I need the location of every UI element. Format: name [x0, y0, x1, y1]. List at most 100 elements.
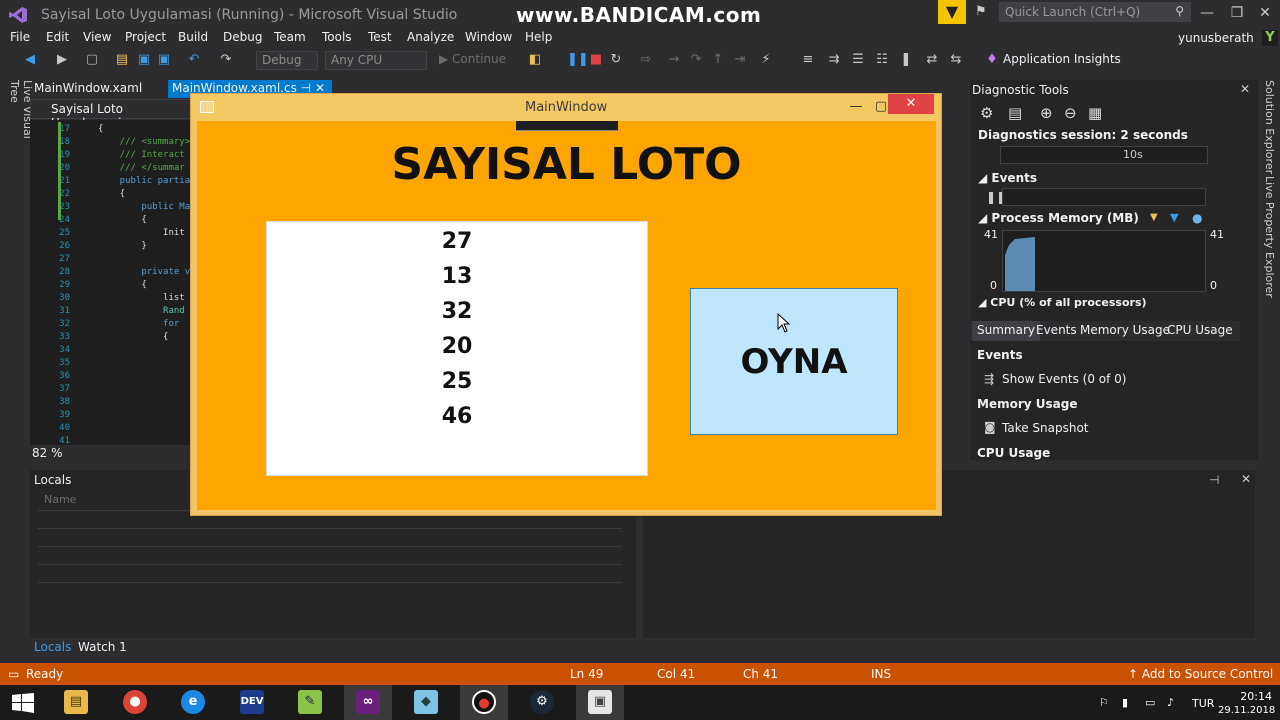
close-icon[interactable]: ✕ — [1240, 82, 1250, 96]
tray-network-icon[interactable]: ⚐ — [1099, 696, 1109, 709]
menu-file[interactable]: File — [10, 30, 30, 44]
numbers-listbox[interactable]: 27 13 32 20 25 46 — [266, 221, 648, 476]
taskbar-devcpp[interactable]: DEV — [228, 685, 276, 720]
number-item[interactable]: 46 — [267, 404, 647, 429]
hot-reload-icon[interactable]: ⚡ — [758, 52, 774, 68]
menu-window[interactable]: Window — [465, 30, 512, 44]
code-line[interactable]: { — [98, 215, 146, 225]
redo-icon[interactable]: ↷ — [218, 52, 234, 68]
quick-launch-input[interactable]: Quick Launch (Ctrl+Q) ⚲ — [999, 2, 1191, 22]
pause-icon[interactable]: ❚❚ — [567, 52, 589, 68]
menu-view[interactable]: View — [83, 30, 111, 44]
events-track[interactable] — [1002, 188, 1206, 206]
select-tools-icon[interactable]: ▤ — [1008, 104, 1022, 122]
number-item[interactable]: 25 — [267, 369, 647, 394]
uncomment-icon[interactable]: ☷ — [874, 52, 890, 68]
menu-project[interactable]: Project — [125, 30, 166, 44]
number-item[interactable]: 20 — [267, 334, 647, 359]
code-line[interactable]: { — [98, 124, 103, 134]
solution-explorer-tab[interactable]: Solution Explorer — [1263, 80, 1276, 174]
taskbar-steam[interactable]: ⚙ — [518, 685, 566, 720]
feedback-filter-icon[interactable]: ▼ — [938, 0, 966, 24]
taskbar-bandicam[interactable]: ● — [460, 685, 508, 720]
undo-icon[interactable]: ↶ — [186, 52, 202, 68]
timeline-ruler[interactable]: 10s — [1000, 146, 1208, 164]
show-next-statement-icon[interactable]: ⇨ — [638, 52, 654, 68]
tray-date[interactable]: 29.11.2018 — [1218, 705, 1275, 716]
code-line[interactable]: Rand — [98, 306, 185, 316]
menu-team[interactable]: Team — [274, 30, 306, 44]
prev-bookmark-icon[interactable]: ⇆ — [948, 52, 964, 68]
next-bookmark-icon[interactable]: ⇄ — [924, 52, 940, 68]
live-visual-tree-tab[interactable]: Live Visual Tree — [8, 80, 34, 160]
user-name[interactable]: yunusberath — [1178, 31, 1254, 45]
step-over-icon[interactable]: ↷ — [688, 52, 704, 68]
tab-summary[interactable]: Summary — [972, 321, 1040, 341]
menu-edit[interactable]: Edit — [46, 30, 69, 44]
menu-build[interactable]: Build — [178, 30, 208, 44]
start-button[interactable] — [0, 685, 48, 720]
tab-mainwindow-xaml[interactable]: MainWindow.xaml — [30, 80, 146, 98]
indent-icon[interactable]: ⇉ — [826, 52, 842, 68]
code-line[interactable]: { — [98, 280, 146, 290]
step-back-icon[interactable]: ⇥ — [732, 52, 748, 68]
app-title-bar[interactable]: MainWindow — ▢ ✕ — [191, 94, 941, 121]
tray-display-icon[interactable]: ▭ — [1145, 696, 1155, 709]
code-line[interactable]: list — [98, 293, 185, 303]
take-snapshot-link[interactable]: Take Snapshot — [1002, 421, 1089, 435]
taskbar-chrome[interactable]: ● — [111, 685, 159, 720]
name-column[interactable]: Name — [44, 493, 76, 506]
taskbar-visual-studio[interactable]: ∞ — [344, 685, 392, 720]
process-icon[interactable]: ◧ — [527, 52, 543, 68]
number-item[interactable]: 32 — [267, 299, 647, 324]
settings-icon[interactable]: ⚙ — [980, 104, 993, 122]
menu-analyze[interactable]: Analyze — [407, 30, 454, 44]
tray-volume-icon[interactable]: ♪ — [1167, 696, 1174, 709]
tab-events[interactable]: Events — [1036, 323, 1077, 337]
menu-help[interactable]: Help — [525, 30, 552, 44]
close-button[interactable]: ✕ — [1250, 2, 1280, 24]
forward-icon[interactable]: ▶ — [54, 52, 70, 68]
code-line[interactable]: Init — [98, 228, 185, 238]
menu-tools[interactable]: Tools — [322, 30, 352, 44]
avatar[interactable]: Y — [1262, 30, 1278, 46]
code-line[interactable]: for — [98, 319, 179, 329]
minimize-button[interactable]: — — [1192, 2, 1222, 24]
notifications-flag-icon[interactable]: ⚑ — [975, 4, 993, 20]
code-line[interactable]: /// Interact — [98, 150, 185, 160]
taskbar-notepadpp[interactable]: ✎ — [286, 685, 334, 720]
taskbar-app[interactable]: ◆ — [402, 685, 450, 720]
step-out-icon[interactable]: ↑ — [710, 52, 726, 68]
zoom-in-icon[interactable]: ⊕ — [1040, 104, 1053, 122]
play-button[interactable]: OYNA — [690, 288, 898, 435]
taskbar-running-app[interactable]: ▣ — [576, 685, 624, 720]
menu-debug[interactable]: Debug — [223, 30, 262, 44]
code-line[interactable]: { — [98, 189, 125, 199]
reset-view-icon[interactable]: ▦ — [1088, 104, 1102, 122]
code-editor[interactable]: 17 {18 /// <summary> 19 /// Interact 20 ///… — [30, 120, 192, 446]
app-minimize-button[interactable]: — — [843, 96, 869, 118]
code-line[interactable]: } — [98, 241, 146, 251]
back-icon[interactable]: ◀ — [22, 52, 38, 68]
code-line[interactable]: public Ma — [98, 202, 190, 212]
code-line[interactable]: public partia — [98, 176, 190, 186]
bookmark-icon[interactable]: ❚ — [898, 52, 914, 68]
continue-button[interactable]: ▶ Continue — [439, 52, 506, 66]
live-property-explorer-tab[interactable]: Live Property Explorer — [1263, 176, 1276, 298]
code-line[interactable]: /// </summar — [98, 163, 185, 173]
lightbulb-icon[interactable]: ♦ — [984, 52, 1000, 68]
save-all-icon[interactable]: ▣ — [156, 52, 172, 68]
save-icon[interactable]: ▣ — [136, 52, 152, 68]
tray-time[interactable]: 20:14 — [1232, 690, 1272, 703]
menu-test[interactable]: Test — [368, 30, 392, 44]
restart-icon[interactable]: ↻ — [608, 52, 624, 68]
step-into-icon[interactable]: → — [666, 52, 682, 68]
tab-watch-1[interactable]: Watch 1 — [78, 640, 127, 654]
app-close-button[interactable]: ✕ — [888, 94, 934, 114]
stop-icon[interactable]: ■ — [588, 52, 604, 68]
zoom-level[interactable]: 82 % — [30, 446, 192, 462]
code-line[interactable]: private v — [98, 267, 190, 277]
platform-combo[interactable]: Any CPU — [325, 51, 427, 70]
tab-memory-usage[interactable]: Memory Usage — [1080, 323, 1170, 337]
comment-icon[interactable]: ☰ — [850, 52, 866, 68]
